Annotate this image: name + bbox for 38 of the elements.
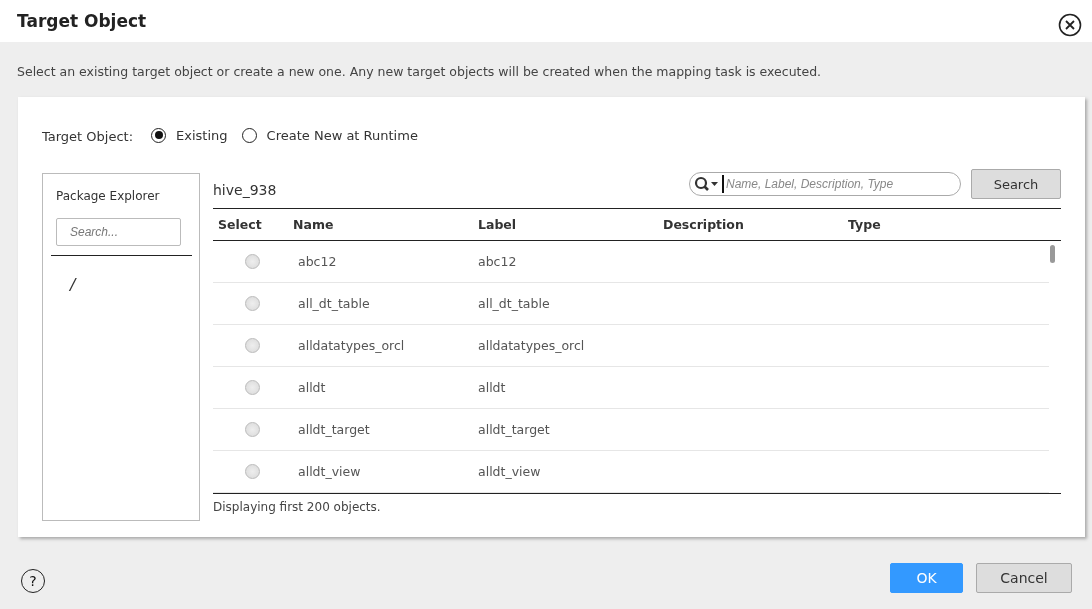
- table-cell: alldt: [298, 380, 326, 395]
- table-cell: all_dt_table: [478, 296, 550, 311]
- description-text: Select an existing target object or create a new one. Any new target objects will be created when the mapping task is executed.: [16, 63, 823, 81]
- radio-button[interactable]: [245, 296, 260, 311]
- tree-item[interactable]: /: [51, 256, 76, 294]
- table-cell: alldt: [478, 380, 506, 395]
- search-field[interactable]: Search...: [56, 218, 181, 246]
- panel-title: Package Explorer: [55, 188, 161, 205]
- radio-label[interactable]: Create New at Runtime: [266, 127, 418, 143]
- cancel-button[interactable]: Cancel: [976, 563, 1072, 593]
- dialog-title: Target Object: [17, 11, 147, 31]
- column-header: Name: [293, 217, 335, 232]
- scrollbar-thumb[interactable]: [1050, 245, 1055, 263]
- column-header: Select: [217, 217, 263, 232]
- table-cell: alldt_target: [478, 422, 550, 437]
- radio-button[interactable]: [245, 254, 260, 269]
- radio-button[interactable]: [245, 422, 260, 437]
- search-button[interactable]: Search: [971, 169, 1061, 199]
- column-header: Description: [663, 217, 745, 232]
- radio-label[interactable]: Existing: [176, 127, 228, 143]
- search-icon[interactable]: [694, 176, 720, 192]
- close-icon[interactable]: [1058, 13, 1082, 37]
- table-cell: all_dt_table: [298, 296, 370, 311]
- table-cell: alldatatypes_orcl: [298, 338, 405, 353]
- field-label: Target Object:: [42, 129, 134, 144]
- connection-name: hive_938: [213, 182, 278, 198]
- column-header: Type: [848, 217, 882, 232]
- radio-button[interactable]: [245, 464, 260, 479]
- table-cell: abc12: [478, 254, 517, 269]
- table-cell: alldatatypes_orcl: [478, 338, 585, 353]
- table-cell: alldt_view: [478, 464, 541, 479]
- status-text: Displaying first 200 objects.: [213, 499, 382, 514]
- column-header: Label: [478, 217, 518, 232]
- table-cell: alldt_target: [298, 422, 370, 437]
- table-cell: alldt_view: [298, 464, 361, 479]
- radio-button[interactable]: [245, 380, 260, 395]
- radio-button[interactable]: [245, 338, 260, 353]
- table-cell: abc12: [298, 254, 337, 269]
